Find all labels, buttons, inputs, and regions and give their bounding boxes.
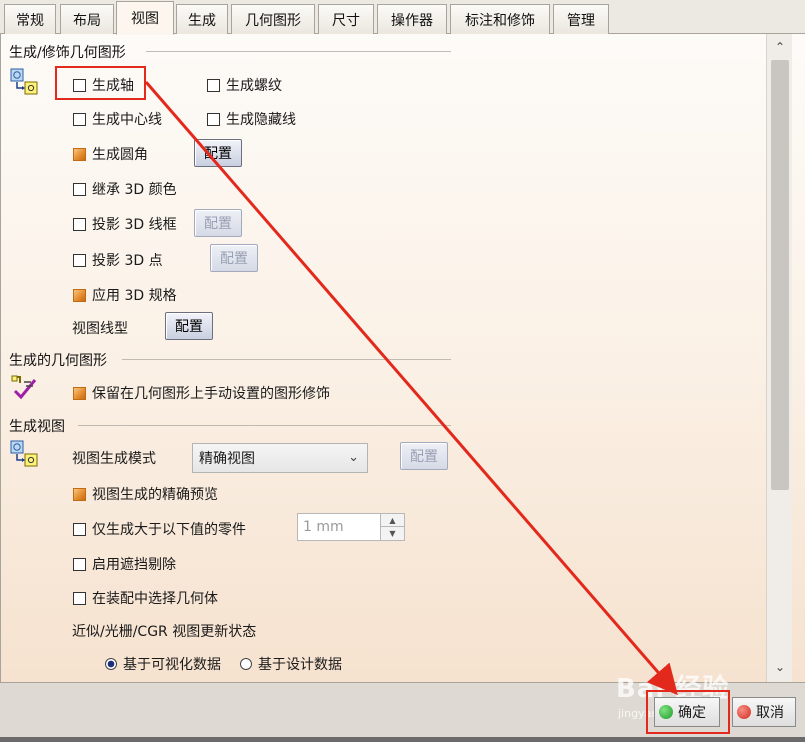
gen-hidden-checkbox[interactable] bbox=[207, 112, 220, 126]
tab-administration[interactable]: 管理 bbox=[553, 4, 609, 34]
section-divider bbox=[122, 359, 451, 360]
gen-centerline-label: 生成中心线 bbox=[92, 112, 162, 128]
view-mode-select[interactable]: 精确视图 ⌄ bbox=[192, 443, 368, 473]
view-generation-icon bbox=[10, 440, 38, 467]
section-divider bbox=[146, 51, 451, 52]
radio-visual[interactable] bbox=[105, 658, 117, 670]
ok-button[interactable]: 确定 bbox=[654, 697, 720, 727]
tab-view[interactable]: 视图 bbox=[116, 1, 174, 35]
tab-layout[interactable]: 布局 bbox=[60, 4, 114, 34]
section-title-generate: 生成/修饰几何图形 bbox=[9, 45, 126, 61]
view-mode-value: 精确视图 bbox=[199, 451, 255, 467]
exact-preview-option[interactable]: 视图生成的精确预览 bbox=[73, 484, 218, 504]
apply-spec-label: 应用 3D 规格 bbox=[92, 288, 177, 304]
inherit-color-checkbox[interactable] bbox=[73, 182, 86, 196]
spinner-arrows: ▲ ▼ bbox=[380, 514, 404, 540]
radio-design-label: 基于设计数据 bbox=[258, 657, 342, 673]
tab-annotation[interactable]: 标注和修饰 bbox=[450, 4, 550, 34]
occlusion-checkbox[interactable] bbox=[73, 557, 86, 571]
size-threshold-input[interactable] bbox=[298, 514, 380, 540]
exact-preview-checkbox[interactable] bbox=[73, 487, 86, 501]
view-mode-label: 视图生成模式 bbox=[72, 451, 156, 467]
linetype-config-button[interactable]: 配置 bbox=[165, 312, 213, 340]
project-wireframe-option[interactable]: 投影 3D 线框 bbox=[73, 214, 177, 234]
tab-manipulator[interactable]: 操作器 bbox=[377, 4, 447, 34]
exact-preview-label: 视图生成的精确预览 bbox=[92, 487, 218, 503]
gen-fillet-option[interactable]: 生成圆角 bbox=[73, 144, 148, 164]
chevron-down-icon: ⌄ bbox=[348, 450, 359, 465]
view-mode-config-button[interactable]: 配置 bbox=[400, 442, 448, 470]
apply-spec-option[interactable]: 应用 3D 规格 bbox=[73, 285, 177, 305]
radio-design-option[interactable]: 基于设计数据 bbox=[240, 654, 342, 674]
view-linetype-label: 视图线型 bbox=[72, 321, 128, 337]
tab-bar: 常规 布局 视图 生成 几何图形 尺寸 操作器 标注和修饰 管理 bbox=[0, 0, 805, 35]
select-in-assembly-option[interactable]: 在装配中选择几何体 bbox=[73, 588, 218, 608]
options-panel bbox=[0, 34, 805, 682]
cancel-label: 取消 bbox=[756, 705, 784, 721]
generate-geometry-icon bbox=[10, 68, 38, 95]
gen-thread-checkbox[interactable] bbox=[207, 78, 220, 92]
select-in-assembly-label: 在装配中选择几何体 bbox=[92, 591, 218, 607]
tab-general[interactable]: 常规 bbox=[4, 4, 56, 34]
ok-icon bbox=[659, 705, 673, 719]
gen-axis-label: 生成轴 bbox=[92, 78, 134, 94]
inherit-color-option[interactable]: 继承 3D 颜色 bbox=[73, 179, 177, 199]
vertical-scrollbar[interactable]: ⌃ ⌄ bbox=[766, 34, 792, 682]
points-config-button[interactable]: 配置 bbox=[210, 244, 258, 272]
keep-manual-label: 保留在几何图形上手动设置的图形修饰 bbox=[92, 386, 330, 402]
project-points-checkbox[interactable] bbox=[73, 253, 86, 267]
tab-generation[interactable]: 生成 bbox=[176, 4, 228, 34]
size-threshold-spinner[interactable]: ▲ ▼ bbox=[297, 513, 405, 541]
spinner-down-icon[interactable]: ▼ bbox=[381, 527, 404, 540]
project-points-option[interactable]: 投影 3D 点 bbox=[73, 250, 163, 270]
gen-fillet-label: 生成圆角 bbox=[92, 147, 148, 163]
ok-label: 确定 bbox=[678, 705, 706, 721]
gen-hidden-option[interactable]: 生成隐藏线 bbox=[207, 109, 296, 129]
cancel-icon bbox=[737, 705, 751, 719]
gen-centerline-checkbox[interactable] bbox=[73, 112, 86, 126]
project-wireframe-label: 投影 3D 线框 bbox=[92, 217, 177, 233]
gen-axis-checkbox[interactable] bbox=[73, 78, 86, 92]
scroll-down-icon[interactable]: ⌄ bbox=[767, 656, 793, 678]
scroll-thumb[interactable] bbox=[771, 60, 789, 490]
section-title-view: 生成视图 bbox=[9, 419, 65, 435]
gen-centerline-option[interactable]: 生成中心线 bbox=[73, 109, 162, 129]
window-bottom-edge bbox=[0, 737, 805, 742]
gen-hidden-label: 生成隐藏线 bbox=[226, 112, 296, 128]
fillet-config-button[interactable]: 配置 bbox=[194, 139, 242, 167]
update-status-label: 近似/光栅/CGR 视图更新状态 bbox=[72, 624, 257, 640]
project-points-label: 投影 3D 点 bbox=[92, 253, 163, 269]
inherit-color-label: 继承 3D 颜色 bbox=[92, 182, 177, 198]
section-divider bbox=[78, 425, 451, 426]
dress-up-icon bbox=[10, 374, 37, 400]
radio-visual-label: 基于可视化数据 bbox=[123, 657, 221, 673]
wireframe-config-button[interactable]: 配置 bbox=[194, 209, 242, 237]
only-larger-checkbox[interactable] bbox=[73, 522, 86, 536]
only-larger-label: 仅生成大于以下值的零件 bbox=[92, 522, 246, 538]
gen-axis-option[interactable]: 生成轴 bbox=[73, 75, 134, 95]
tab-dimension[interactable]: 尺寸 bbox=[318, 4, 374, 34]
tab-geometry[interactable]: 几何图形 bbox=[231, 4, 315, 34]
section-title-geometry: 生成的几何图形 bbox=[9, 353, 107, 369]
radio-design[interactable] bbox=[240, 658, 252, 670]
only-larger-option[interactable]: 仅生成大于以下值的零件 bbox=[73, 519, 246, 539]
gen-thread-option[interactable]: 生成螺纹 bbox=[207, 75, 282, 95]
keep-manual-checkbox[interactable] bbox=[73, 386, 86, 400]
select-in-assembly-checkbox[interactable] bbox=[73, 591, 86, 605]
occlusion-label: 启用遮挡剔除 bbox=[92, 557, 176, 573]
radio-visual-option[interactable]: 基于可视化数据 bbox=[105, 654, 221, 674]
project-wireframe-checkbox[interactable] bbox=[73, 217, 86, 231]
spinner-up-icon[interactable]: ▲ bbox=[381, 514, 404, 527]
gen-fillet-checkbox[interactable] bbox=[73, 147, 86, 161]
gen-thread-label: 生成螺纹 bbox=[226, 78, 282, 94]
apply-spec-checkbox[interactable] bbox=[73, 288, 86, 302]
occlusion-option[interactable]: 启用遮挡剔除 bbox=[73, 554, 176, 574]
scroll-up-icon[interactable]: ⌃ bbox=[767, 36, 793, 58]
keep-manual-option[interactable]: 保留在几何图形上手动设置的图形修饰 bbox=[73, 383, 330, 403]
cancel-button[interactable]: 取消 bbox=[732, 697, 796, 727]
